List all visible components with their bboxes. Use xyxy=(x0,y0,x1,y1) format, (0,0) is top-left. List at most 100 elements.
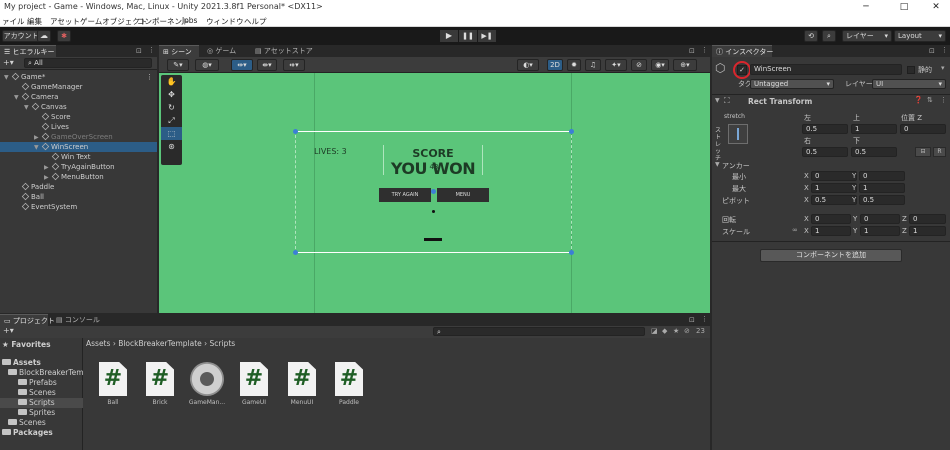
tab-hierarchy[interactable]: ☰ ヒエラルキー xyxy=(0,45,56,57)
search-icon[interactable]: ⌕ xyxy=(822,30,836,42)
filter-type-icon[interactable]: ◪ xyxy=(651,327,658,335)
tree-item-blockbreaker[interactable]: BlockBreakerTem xyxy=(0,368,83,378)
visibility-icon[interactable]: ⊘ xyxy=(631,59,647,71)
play-button[interactable]: ▶ xyxy=(440,30,458,42)
asset-menuui[interactable]: # MenuUI xyxy=(282,362,322,406)
top-field[interactable]: 1 xyxy=(851,124,897,134)
pivot-icon[interactable]: ⇹▾ xyxy=(231,59,253,71)
lock-icon[interactable]: ⊡ xyxy=(689,47,695,55)
rect-handle[interactable] xyxy=(293,129,298,134)
menu-window[interactable]: ウィンドウ xyxy=(206,16,244,27)
scene-view[interactable]: ✋ ✥ ↻ ⤢ ⬚ ⊛ LIVES: 3 SCORE YOU WON 43 TR… xyxy=(159,73,710,313)
cloud-icon[interactable]: ☁ xyxy=(37,30,51,42)
more-icon[interactable]: ⋮ xyxy=(701,315,708,323)
minimize-button[interactable]: ─ xyxy=(854,0,878,14)
rotation-x-field[interactable]: 0 xyxy=(811,214,851,224)
hierarchy-item-winscreen[interactable]: ▼ WinScreen xyxy=(0,142,157,152)
raw-edit-button[interactable]: R xyxy=(933,147,946,157)
tree-item-scenes[interactable]: Scenes xyxy=(0,388,83,398)
hierarchy-item-camera[interactable]: ▼ Camera xyxy=(0,92,157,102)
lock-icon[interactable]: ⊡ xyxy=(929,47,935,55)
hierarchy-item-eventsystem[interactable]: EventSystem xyxy=(0,202,157,212)
history-icon[interactable]: ⟲ xyxy=(804,30,818,42)
filter-label-icon[interactable]: ◆ xyxy=(662,327,667,335)
link-icon[interactable]: ∞ xyxy=(792,226,798,234)
menu-help[interactable]: ヘルプ xyxy=(244,16,267,27)
scale-tool-icon[interactable]: ⤢ xyxy=(161,114,182,127)
scale-y-field[interactable]: 1 xyxy=(860,226,900,236)
step-button[interactable]: ▶❚ xyxy=(478,30,496,42)
help-icon[interactable]: ❓ xyxy=(914,96,923,104)
pivot-handle[interactable] xyxy=(431,189,436,194)
blueprint-mode-button[interactable]: ⊟ xyxy=(915,147,931,157)
asset-brick[interactable]: # Brick xyxy=(140,362,180,406)
hierarchy-item-ball[interactable]: Ball xyxy=(0,192,157,202)
foldout-arrow-icon[interactable]: ▼ xyxy=(715,161,720,168)
light-icon[interactable]: ✹ xyxy=(567,59,581,71)
tab-scene[interactable]: ⊞ シーン xyxy=(159,45,199,57)
draw-mode-dropdown[interactable]: ✎▾ xyxy=(167,59,189,71)
snap-icon[interactable]: ⇼▾ xyxy=(257,59,277,71)
scale-x-field[interactable]: 1 xyxy=(811,226,851,236)
layout-dropdown[interactable]: Layout ▾ xyxy=(894,30,946,42)
hierarchy-item-game[interactable]: ▼ Game* ⋮ xyxy=(0,72,157,82)
rect-handle[interactable] xyxy=(569,250,574,255)
left-field[interactable]: 0.5 xyxy=(802,124,848,134)
more-icon[interactable]: ⋮ xyxy=(148,46,155,54)
mode-2d-toggle[interactable]: 2D xyxy=(547,59,563,71)
tab-inspector[interactable]: ⓘ インスペクター xyxy=(712,45,773,57)
hierarchy-item-gamemanager[interactable]: GameManager xyxy=(0,82,157,92)
move-tool-icon[interactable]: ✥ xyxy=(161,88,182,101)
tree-item-scripts[interactable]: Scripts xyxy=(0,398,83,408)
tree-item-packages[interactable]: Packages xyxy=(0,428,83,438)
anchor-min-x-field[interactable]: 0 xyxy=(811,171,857,181)
pause-button[interactable]: ❚❚ xyxy=(459,30,477,42)
more-icon[interactable]: ⋮ xyxy=(941,46,948,54)
lock-icon[interactable]: ⊡ xyxy=(136,47,142,55)
rect-tool-icon[interactable]: ⬚ xyxy=(161,127,182,140)
asset-gamemanager[interactable]: GameMan... xyxy=(187,362,227,406)
hierarchy-item-score[interactable]: Score xyxy=(0,112,157,122)
rotate-tool-icon[interactable]: ↻ xyxy=(161,101,182,114)
preset-icon[interactable]: ⇅ xyxy=(927,96,933,104)
hand-tool-icon[interactable]: ✋ xyxy=(161,75,182,88)
chevron-down-icon[interactable]: ▾ xyxy=(941,64,945,72)
rect-handle[interactable] xyxy=(293,250,298,255)
collab-icon[interactable]: ✱ xyxy=(57,30,71,42)
hierarchy-search-input[interactable]: ⌕ All xyxy=(24,58,152,68)
tab-console[interactable]: ▤ コンソール xyxy=(52,314,100,326)
add-component-button[interactable]: コンポーネントを追加 xyxy=(760,249,902,262)
lock-icon[interactable]: ⊡ xyxy=(689,316,695,324)
add-icon[interactable]: +▾ xyxy=(3,326,14,335)
object-name-input[interactable]: WinScreen xyxy=(750,64,902,75)
anchor-min-y-field[interactable]: 0 xyxy=(859,171,905,181)
tree-item-assets[interactable]: Assets xyxy=(0,358,83,368)
tree-item-scenes-root[interactable]: Scenes xyxy=(0,418,83,428)
menu-button[interactable]: MENU xyxy=(437,188,489,202)
tab-project[interactable]: ▭ プロジェクト xyxy=(0,314,55,326)
globe-icon[interactable]: ◍▾ xyxy=(195,59,219,71)
more-icon[interactable]: ⋮ xyxy=(701,46,708,54)
pivot-y-field[interactable]: 0.5 xyxy=(859,195,905,205)
favorite-icon[interactable]: ★ xyxy=(673,327,679,335)
anchor-preset-button[interactable] xyxy=(728,124,748,144)
rect-handle[interactable] xyxy=(569,129,574,134)
asset-gameui[interactable]: # GameUI xyxy=(234,362,274,406)
layers-dropdown[interactable]: レイヤー ▾ xyxy=(842,30,892,42)
pivot-x-field[interactable]: 0.5 xyxy=(811,195,857,205)
add-icon[interactable]: +▾ xyxy=(3,58,14,67)
scale-z-field[interactable]: 1 xyxy=(909,226,946,236)
hierarchy-item-paddle[interactable]: Paddle xyxy=(0,182,157,192)
asset-ball[interactable]: # Ball xyxy=(93,362,133,406)
project-search-input[interactable]: ⌕ xyxy=(433,327,645,336)
hierarchy-item-win-text[interactable]: Win Text xyxy=(0,152,157,162)
breadcrumb-blockbreaker[interactable]: BlockBreakerTemplate xyxy=(118,339,202,348)
asset-paddle[interactable]: # Paddle xyxy=(329,362,369,406)
bottom-field[interactable]: 0.5 xyxy=(851,147,897,157)
menu-assets[interactable]: アセット xyxy=(50,16,80,27)
tree-item-favorites[interactable]: ★ Favorites xyxy=(0,340,83,350)
more-icon[interactable]: ⋮ xyxy=(146,72,153,82)
transform-tool-icon[interactable]: ⊛ xyxy=(161,140,182,153)
tab-game[interactable]: ◎ ゲーム xyxy=(203,45,245,57)
posz-field[interactable]: 0 xyxy=(900,124,946,134)
